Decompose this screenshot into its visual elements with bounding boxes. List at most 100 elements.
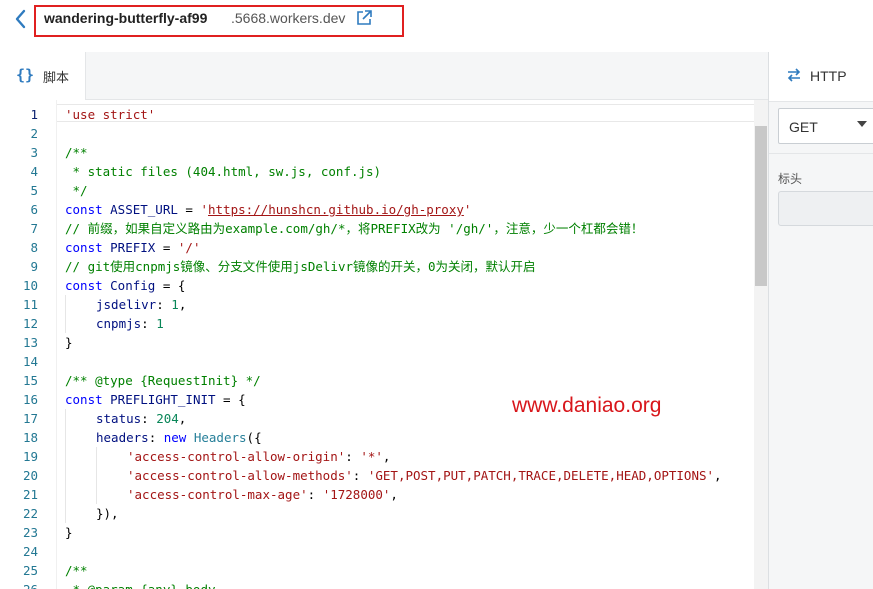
line-number: 15 [22, 373, 38, 388]
code-token: /** [65, 563, 88, 578]
line-number: 13 [22, 335, 38, 350]
panel-divider [769, 153, 873, 154]
editor-scrollbar-thumb[interactable] [755, 126, 767, 286]
code-token: 1 [156, 316, 164, 331]
code-token: : [156, 297, 172, 312]
headers-input[interactable] [778, 191, 873, 226]
code-token: '/' [177, 240, 201, 255]
code-token: '*' [360, 449, 383, 464]
code-token: 'access-control-max-age' [127, 487, 308, 502]
indent-guide [65, 314, 66, 333]
code-line: 18 headers: new Headers({ [0, 428, 754, 447]
top-bar: wandering-butterfly-af99 .5668.workers.d… [0, 0, 873, 52]
line-number: 8 [30, 240, 38, 255]
code-token: = [155, 240, 178, 255]
line-number: 1 [30, 107, 38, 122]
code-token: : [141, 411, 157, 426]
code-token: // 前缀，如果自定义路由为example.com/gh/*，将PREFIX改为… [65, 221, 644, 236]
code-token: jsdelivr [96, 297, 157, 312]
line-number: 4 [30, 164, 38, 179]
code-text: 'use strict' [65, 105, 155, 124]
http-panel: HTTP GET 标头 [768, 52, 873, 589]
code-token: } [65, 335, 73, 350]
indent-guide [96, 447, 97, 466]
line-number: 24 [22, 544, 38, 559]
code-line: 3 /** [0, 143, 754, 162]
code-token: 'use strict' [65, 107, 156, 122]
code-token: * @param {any} body [65, 582, 216, 589]
indent-guide [65, 295, 66, 314]
code-token: // git使用cnpmjs镜像、分支文件使用jsDelivr镜像的开关，0为关… [65, 259, 536, 274]
code-line: 26 * @param {any} body [0, 580, 754, 589]
code-token: const [65, 392, 111, 407]
code-token: ASSET_URL [110, 202, 178, 217]
line-number: 10 [22, 278, 38, 293]
code-lines: 1'use strict' 2 3/** 4 * static files (404.… [0, 105, 754, 589]
line-number: 18 [22, 430, 38, 445]
code-line: 11 jsdelivr: 1, [0, 295, 754, 314]
code-token: 204 [156, 411, 179, 426]
line-number: 12 [22, 316, 38, 331]
code-token: /** [65, 145, 88, 160]
code-token: : [141, 316, 157, 331]
indent-guide [65, 504, 66, 523]
code-text: /** [65, 561, 88, 580]
code-line: 4 * static files (404.html, sw.js, conf.… [0, 162, 754, 181]
line-number: 5 [30, 183, 38, 198]
caret-down-icon [857, 121, 867, 127]
editor-tab-strip: {} 脚本 [0, 52, 768, 100]
line-number: 9 [30, 259, 38, 274]
code-line: 21 'access-control-max-age': '1728000', [0, 485, 754, 504]
code-text: }), [96, 504, 119, 523]
code-token: , [714, 468, 722, 483]
code-token: */ [65, 183, 88, 198]
tab-script-label: 脚本 [43, 70, 70, 85]
code-token: = { [215, 392, 246, 407]
code-text: status: 204, [96, 409, 186, 428]
line-number: 3 [30, 145, 38, 160]
external-link-icon[interactable] [355, 9, 373, 27]
chevron-left-icon[interactable] [12, 8, 30, 30]
code-text: /** @type {RequestInit} */ [65, 371, 261, 390]
code-token: }), [96, 506, 119, 521]
code-editor[interactable]: 1'use strict' 2 3/** 4 * static files (404.… [0, 100, 768, 589]
code-line: 5 */ [0, 181, 754, 200]
indent-guide [96, 485, 97, 504]
code-token: = [177, 202, 201, 217]
line-number: 20 [22, 468, 38, 483]
http-method-select[interactable]: GET [778, 108, 873, 144]
http-method-value: GET [789, 119, 818, 135]
code-line: 9 // git使用cnpmjs镜像、分支文件使用jsDelivr镜像的开关，0为… [0, 257, 754, 276]
code-text: 'access-control-allow-origin': '*', [127, 447, 390, 466]
indent-guide [96, 466, 97, 485]
headers-label: 标头 [778, 172, 803, 186]
code-line: 22}), [0, 504, 754, 523]
tab-http-label: HTTP [810, 68, 847, 84]
code-token: : [345, 449, 361, 464]
line-number: 14 [22, 354, 38, 369]
code-token: headers [96, 430, 149, 445]
code-token: const [65, 202, 111, 217]
code-text: } [65, 523, 73, 542]
code-token: 1 [171, 297, 179, 312]
code-token: 'GET,POST,PUT,PATCH,TRACE,DELETE,HEAD,OP… [367, 468, 715, 483]
line-number: 25 [22, 563, 38, 578]
code-text: 'access-control-allow-methods': 'GET,POS… [127, 466, 722, 485]
code-token: , [178, 297, 187, 312]
code-text: * @param {any} body [65, 580, 216, 589]
code-text: 'access-control-max-age': '1728000', [127, 485, 398, 504]
code-token: /** @type {RequestInit} */ [65, 373, 261, 388]
line-number: 11 [22, 297, 38, 312]
indent-guide [65, 447, 66, 466]
code-token: ({ [246, 430, 262, 445]
tab-script[interactable]: {} 脚本 [0, 52, 86, 100]
code-line: 15 /** @type {RequestInit} */ [0, 371, 754, 390]
code-text: const PREFLIGHT_INIT = { [65, 390, 246, 409]
code-token: : [352, 468, 368, 483]
tab-http[interactable]: HTTP [769, 52, 873, 102]
code-token: = { [155, 278, 186, 293]
code-line: 8 const PREFIX = '/' [0, 238, 754, 257]
code-token: : [148, 430, 164, 445]
code-token: const [65, 240, 111, 255]
swap-arrows-icon [786, 67, 802, 88]
